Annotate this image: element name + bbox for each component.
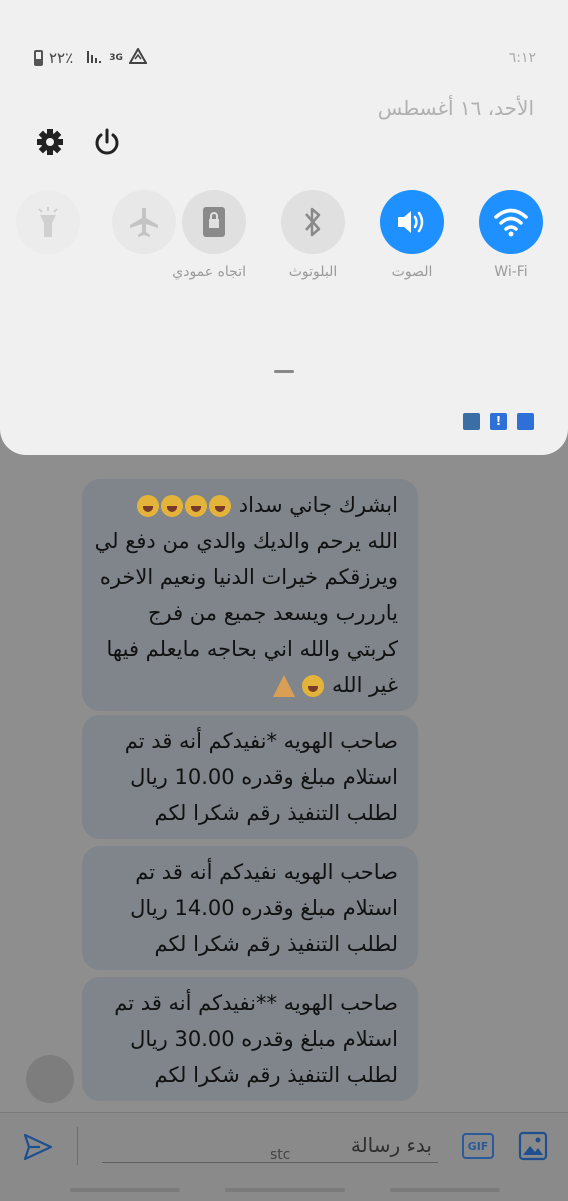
alert-notification-icon: ! (490, 413, 507, 430)
message-bubble[interactable]: صاحب الهويه *نفيدكم أنه قد تم استلام مبل… (82, 715, 418, 839)
message-line: لطلب التنفيذ رقم شكرا لكم (154, 932, 398, 956)
contact-avatar[interactable] (26, 1055, 74, 1103)
notification-icons: ! (463, 413, 534, 430)
image-attach-icon[interactable] (518, 1131, 548, 1161)
battery-percentage: ٢٢٪ (49, 49, 74, 67)
crying-emoji-icon (136, 493, 232, 517)
message-line: صاحب الهويه **نفيدكم أنه قد تم (114, 991, 398, 1015)
tile-sound-label: الصوت (391, 264, 433, 280)
message-line: استلام مبلغ وقدره 30.00 ريال (130, 1027, 398, 1051)
composer-divider (77, 1127, 78, 1165)
message-line: استلام مبلغ وقدره 14.00 ريال (130, 896, 398, 920)
tile-airplane[interactable] (112, 190, 176, 254)
message-line: ويرزقكم خيرات الدنيا ونعيم الاخره (99, 565, 398, 589)
gif-button[interactable]: GIF (462, 1133, 494, 1159)
message-line: الله يرحم والديك والدي من دفع لي (94, 529, 398, 553)
nav-bar-center[interactable] (225, 1188, 345, 1192)
battery-icon (34, 50, 43, 66)
tile-portrait[interactable]: اتجاه عمودي (172, 190, 246, 280)
panel-drag-handle[interactable] (274, 370, 294, 373)
airplane-icon (112, 190, 176, 254)
message-line: يارررب ويسعد جميع من فرج (147, 601, 398, 625)
crying-emoji-icon (301, 673, 325, 697)
status-time: ٦:١٢ (508, 50, 536, 66)
tile-bluetooth-label: البلوتوث (288, 264, 338, 280)
tile-portrait-label: اتجاه عمودي (172, 264, 246, 280)
message-bubble[interactable]: صاحب الهويه نفيدكم أنه قد تم استلام مبلغ… (82, 846, 418, 970)
message-line: صاحب الهويه نفيدكم أنه قد تم (135, 860, 398, 884)
gallery-notification-icon (463, 413, 480, 430)
speaker-icon (380, 190, 444, 254)
message-line: غير الله (96, 667, 398, 703)
tile-wifi-label: Wi-Fi (494, 264, 528, 280)
praying-hands-icon (272, 673, 295, 697)
tile-flashlight[interactable] (16, 190, 80, 254)
message-line: لطلب التنفيذ رقم شكرا لكم (154, 1063, 398, 1087)
sim-label: stc (270, 1147, 291, 1163)
flashlight-icon (16, 190, 80, 254)
nav-bar-right[interactable] (390, 1188, 500, 1192)
wifi-icon (479, 190, 543, 254)
message-line: استلام مبلغ وقدره 10.00 ريال (130, 765, 398, 789)
portrait-lock-icon (182, 190, 246, 254)
message-line: كربتي والله اني بحاجه مايعلم فيها (106, 637, 398, 661)
quick-settings-panel: ٢٢٪ 3G ٦:١٢ الأحد، ١٦ أغسطس Wi-Fi الصوت … (0, 0, 568, 455)
date-label: الأحد، ١٦ أغسطس (377, 96, 534, 120)
power-icon[interactable] (91, 126, 123, 158)
data-saver-icon (128, 46, 148, 68)
message-line: ابشرك جاني سداد (96, 487, 398, 523)
bluetooth-icon (281, 190, 345, 254)
message-line: صاحب الهويه *نفيدكم أنه قد تم (124, 729, 398, 753)
message-bubble[interactable]: صاحب الهويه **نفيدكم أنه قد تم استلام مب… (82, 977, 418, 1101)
signal-icon (87, 49, 103, 67)
tile-bluetooth[interactable]: البلوتوث (281, 190, 345, 280)
tile-sound[interactable]: الصوت (380, 190, 444, 280)
message-bubble[interactable]: ابشرك جاني سداد الله يرحم والديك والدي م… (82, 479, 418, 711)
message-line: لطلب التنفيذ رقم شكرا لكم (154, 801, 398, 825)
send-icon[interactable] (22, 1131, 54, 1163)
message-notification-icon (517, 413, 534, 430)
nav-bar-left[interactable] (70, 1188, 180, 1192)
settings-gear-icon[interactable] (34, 126, 66, 158)
network-type-label: 3G (109, 53, 123, 63)
tile-wifi[interactable]: Wi-Fi (479, 190, 543, 280)
status-bar-left: ٢٢٪ 3G (34, 46, 148, 68)
